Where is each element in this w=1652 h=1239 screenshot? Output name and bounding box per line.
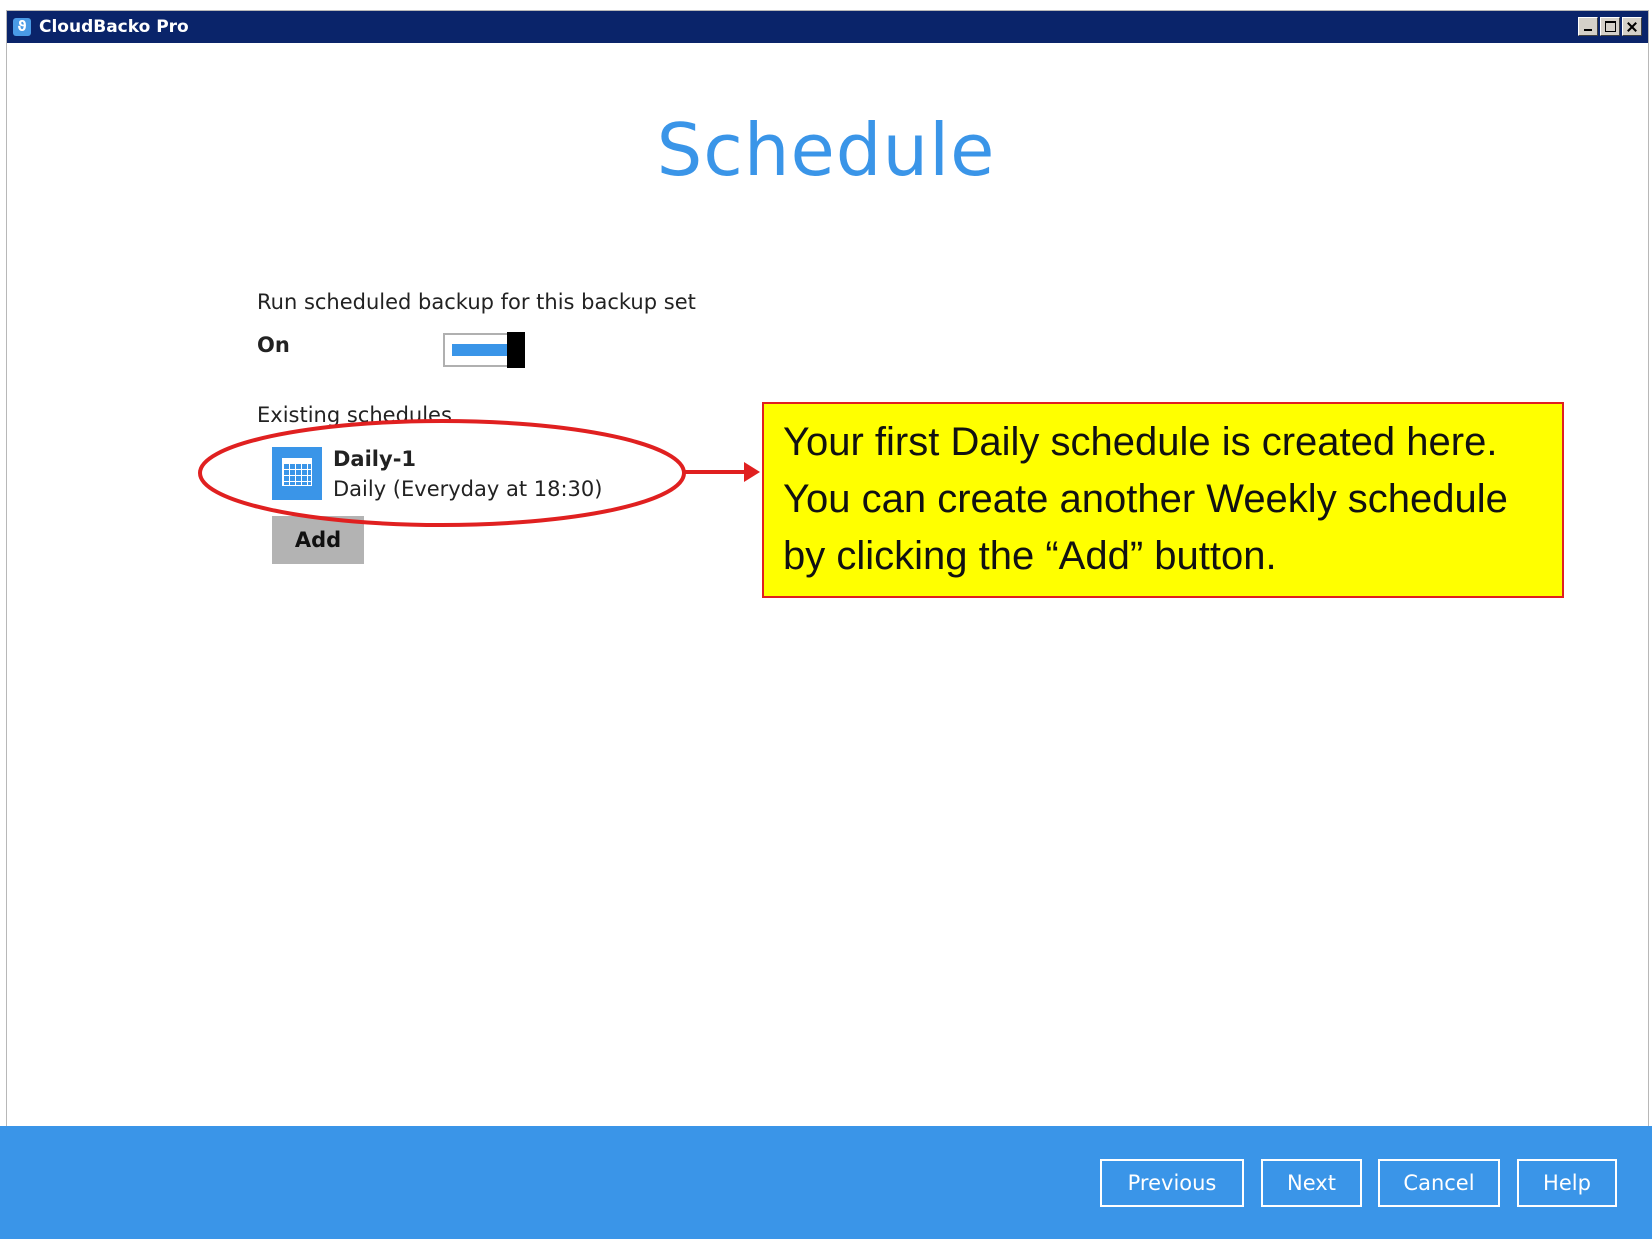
next-button[interactable]: Next — [1261, 1159, 1362, 1207]
app-window: ϑ CloudBacko Pro — [6, 10, 1649, 1239]
schedule-item[interactable]: Daily-1 Daily (Everyday at 18:30) — [272, 447, 612, 502]
existing-schedules-label: Existing schedules — [257, 403, 452, 427]
annotation-callout: Your first Daily schedule is created her… — [762, 402, 1564, 598]
close-button[interactable] — [1622, 17, 1642, 36]
maximize-button[interactable] — [1600, 17, 1620, 36]
toggle-knob[interactable] — [507, 332, 525, 368]
toggle-track-fill — [452, 344, 507, 356]
run-schedule-toggle[interactable] — [443, 332, 525, 368]
schedule-name[interactable]: Daily-1 — [333, 447, 416, 471]
add-schedule-button[interactable]: Add — [272, 516, 364, 564]
toggle-state-label: On — [257, 333, 290, 357]
previous-button[interactable]: Previous — [1100, 1159, 1244, 1207]
calendar-icon — [272, 447, 322, 500]
title-bar[interactable]: ϑ CloudBacko Pro — [7, 11, 1648, 43]
schedule-description: Daily (Everyday at 18:30) — [333, 477, 603, 501]
run-scheduled-backup-label: Run scheduled backup for this backup set — [257, 290, 696, 314]
window-title: CloudBacko Pro — [39, 17, 189, 37]
page-title: Schedule — [656, 108, 996, 192]
minimize-button[interactable] — [1578, 17, 1598, 36]
window-controls — [1578, 17, 1642, 36]
footer-bar: Previous Next Cancel Help — [0, 1126, 1652, 1239]
help-button[interactable]: Help — [1517, 1159, 1617, 1207]
cancel-button[interactable]: Cancel — [1378, 1159, 1500, 1207]
cloudbacko-logo-icon: ϑ — [13, 18, 31, 36]
